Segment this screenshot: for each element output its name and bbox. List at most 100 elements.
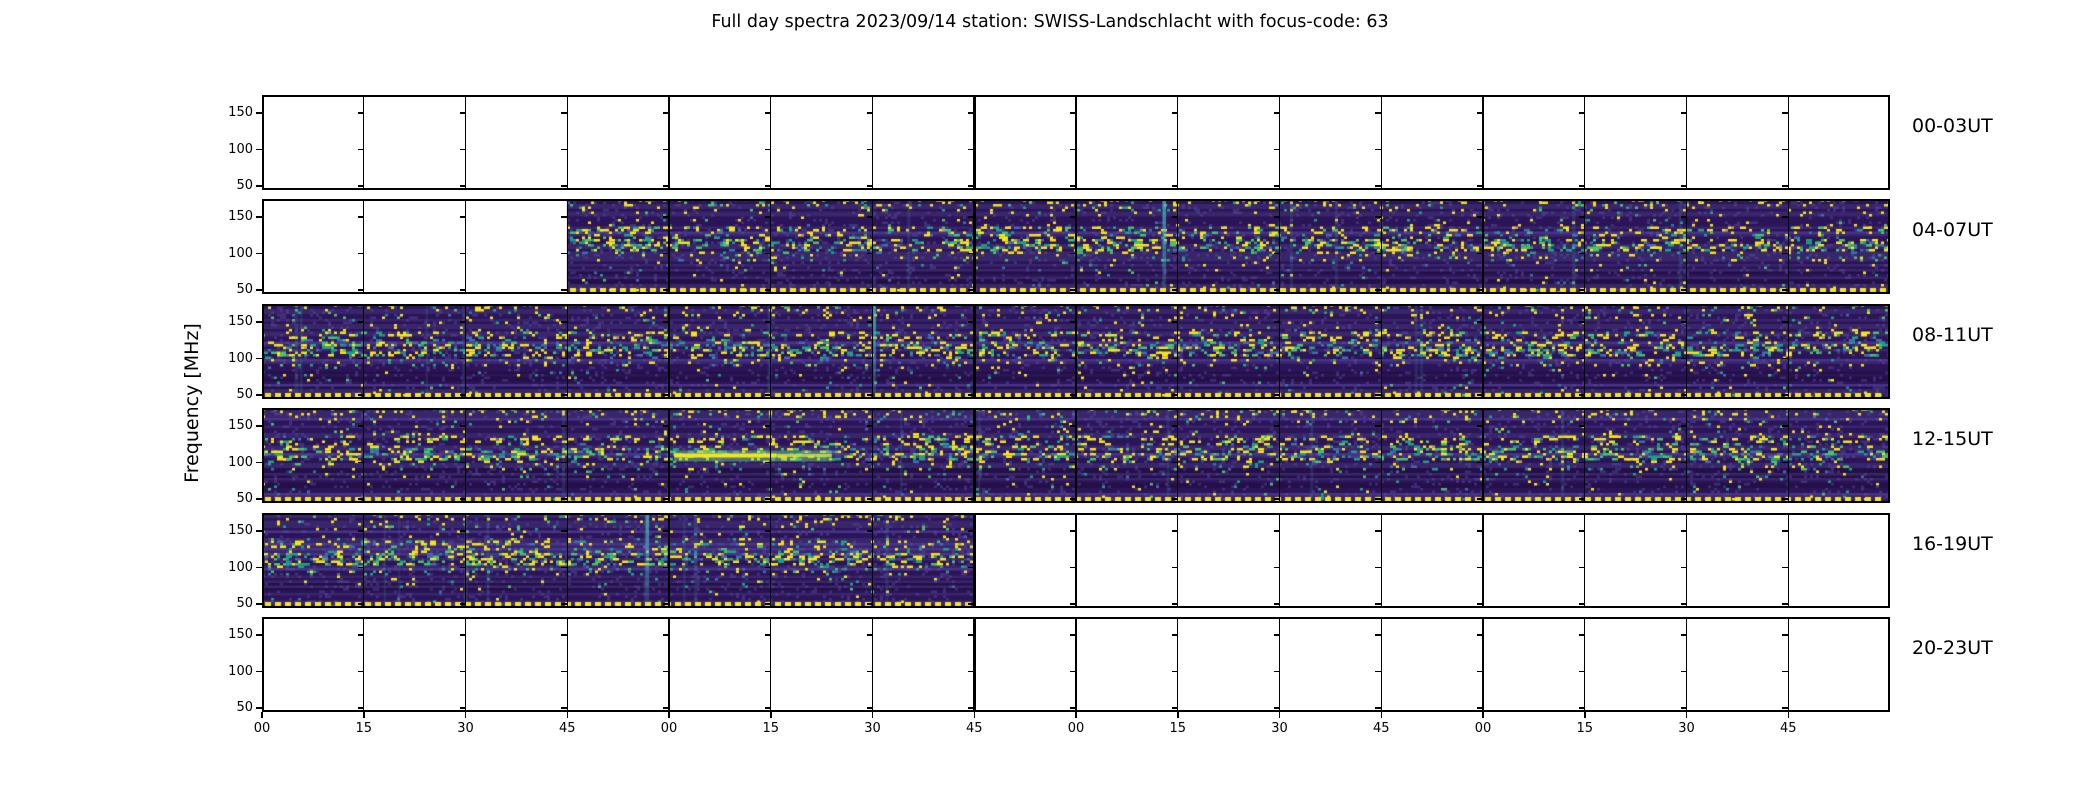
y-tick-label: 50: [236, 387, 253, 402]
segment-boundary: [1278, 199, 1281, 294]
y-tick-mark: [968, 566, 975, 569]
y-tick-mark: [1477, 603, 1483, 605]
y-tick-mark: [1070, 566, 1076, 569]
segment-boundary: [770, 95, 772, 190]
y-tick-mark: [1171, 185, 1178, 187]
y-tick-mark: [561, 357, 568, 360]
y-tick-mark: [357, 634, 364, 636]
y-tick-mark: [1680, 603, 1687, 605]
y-tick-mark: [1375, 185, 1382, 187]
y-tick-label: 50: [236, 282, 253, 297]
y-tick-mark: [1273, 603, 1280, 605]
y-tick-mark: [663, 530, 669, 532]
y-tick-mark: [1070, 252, 1076, 255]
y-tick-mark: [1782, 321, 1789, 323]
segment-boundary: [566, 199, 568, 294]
x-tick-label: 45: [965, 721, 983, 736]
y-tick-mark: [256, 603, 262, 605]
y-tick-mark: [968, 216, 975, 218]
y-tick-mark: [1171, 216, 1178, 218]
y-tick-mark: [1171, 566, 1178, 569]
y-tick-mark: [1171, 394, 1178, 396]
y-tick-mark: [1578, 634, 1585, 636]
y-tick-mark: [256, 112, 262, 114]
row-top-spine: [262, 304, 1890, 306]
y-tick-mark: [1070, 289, 1076, 291]
row-time-label: 04-07UT: [1912, 219, 1993, 241]
y-tick-mark: [764, 566, 771, 569]
y-tick-mark: [256, 394, 262, 396]
y-tick-mark: [1477, 670, 1483, 673]
y-tick-mark: [1070, 185, 1076, 187]
y-tick-mark: [968, 289, 975, 291]
segment-boundary: [1685, 408, 1688, 503]
y-tick-mark: [256, 289, 262, 291]
y-tick-mark: [968, 148, 975, 151]
y-tick-mark: [1680, 289, 1687, 291]
y-tick-mark: [1273, 707, 1280, 709]
y-tick-mark: [866, 185, 873, 187]
y-tick-mark: [256, 707, 262, 709]
y-tick-mark: [256, 670, 262, 673]
segment-boundary: [1278, 617, 1281, 712]
segment-boundary: [464, 617, 467, 712]
y-tick-mark: [1375, 112, 1382, 114]
y-tick-label: 150: [228, 418, 253, 433]
y-tick-mark: [561, 461, 568, 464]
row-time-label: 08-11UT: [1912, 324, 1993, 346]
x-tick-label: 15: [1576, 721, 1594, 736]
y-tick-mark: [968, 498, 975, 500]
figure-title: Full day spectra 2023/09/14 station: SWI…: [711, 12, 1389, 32]
y-tick-mark: [1375, 707, 1382, 709]
y-tick-mark: [459, 216, 466, 218]
segment-boundary: [1177, 617, 1179, 712]
y-tick-mark: [866, 530, 873, 532]
segment-boundary: [1278, 408, 1281, 503]
y-tick-mark: [256, 252, 262, 255]
row-time-label: 20-23UT: [1912, 637, 1993, 659]
y-tick-mark: [459, 357, 466, 360]
y-tick-mark: [968, 634, 975, 636]
row-left-spine: [262, 408, 264, 503]
y-tick-mark: [1578, 670, 1585, 673]
spectrogram-grid: 150 100 50 00-03UT 150 100 50 04-07UT 150 100 50 08…: [228, 95, 1993, 736]
segment-boundary: [668, 95, 670, 190]
x-tick-mark: [1584, 712, 1586, 718]
y-tick-mark: [357, 670, 364, 673]
y-tick-mark: [866, 498, 873, 500]
y-tick-mark: [764, 216, 771, 218]
y-tick-mark: [1680, 461, 1687, 464]
x-tick-label: 00: [1067, 721, 1085, 736]
segment-boundary: [770, 199, 772, 294]
segment-boundary: [363, 617, 365, 712]
segment-boundary: [972, 199, 976, 294]
y-tick-label: 150: [228, 314, 253, 329]
segment-boundary: [464, 199, 467, 294]
segment-boundary: [1584, 304, 1586, 399]
y-tick-mark: [663, 112, 669, 114]
y-tick-mark: [663, 603, 669, 605]
y-tick-label: 50: [236, 596, 253, 611]
segment-boundary: [770, 513, 772, 608]
y-tick-mark: [1273, 498, 1280, 500]
segment-boundary: [871, 408, 874, 503]
y-tick-mark: [1273, 252, 1280, 255]
y-tick-mark: [1171, 707, 1178, 709]
x-tick-label: 15: [762, 721, 780, 736]
y-tick-mark: [1578, 148, 1585, 151]
y-tick-mark: [1477, 498, 1483, 500]
y-tick-mark: [866, 216, 873, 218]
row-time-label: 16-19UT: [1912, 533, 1993, 555]
y-tick-mark: [256, 185, 262, 187]
y-tick-mark: [968, 321, 975, 323]
y-tick-mark: [256, 216, 262, 218]
y-tick-mark: [357, 357, 364, 360]
y-tick-mark: [357, 321, 364, 323]
y-tick-mark: [459, 252, 466, 255]
row-bottom-spine: [262, 292, 1890, 294]
y-tick-mark: [256, 321, 262, 323]
y-tick-mark: [1375, 603, 1382, 605]
y-tick-mark: [1578, 185, 1585, 187]
y-axis-label: Frequency [MHz]: [181, 323, 203, 483]
y-tick-mark: [1070, 216, 1076, 218]
